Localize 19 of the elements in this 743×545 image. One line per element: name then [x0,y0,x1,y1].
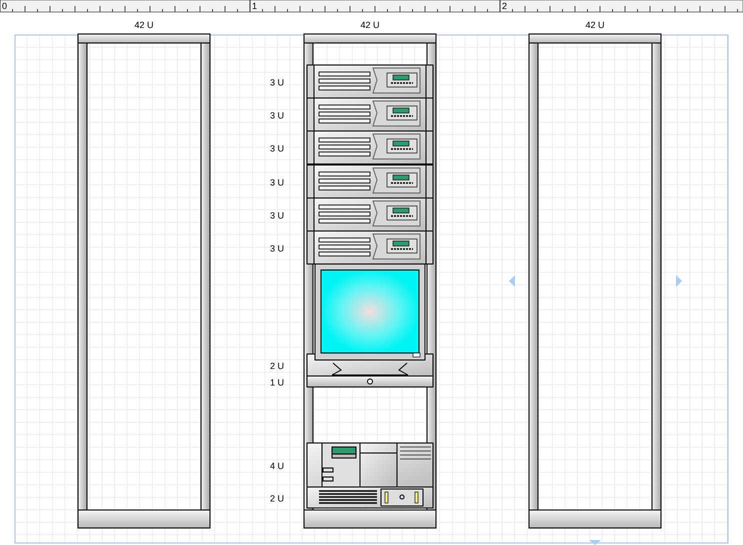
rack-capacity-label: 42 U [586,20,604,30]
right-arrow-handle-icon[interactable] [676,275,682,287]
unit-size-label: 2 U [270,361,284,371]
unit-size-label: 3 U [270,110,284,120]
unit-size-label: 1 U [270,378,284,388]
unit-size-label: 3 U [270,244,284,254]
unit-size-label: 2 U [270,494,284,504]
down-arrow-handle-icon[interactable] [589,540,601,545]
unit-size-label: 3 U [270,144,284,154]
unit-size-label: 3 U [270,210,284,220]
ruler-label: 0 [2,1,8,11]
unit-size-label: 4 U [270,461,284,471]
ruler-label: 1 [252,1,258,11]
rack-capacity-label: 42 U [360,20,380,30]
rack-capacity-label: 42 U [134,20,154,30]
left-arrow-handle-icon[interactable] [509,275,515,287]
ruler-label: 2 [502,1,508,11]
unit-size-label: 3 U [270,78,284,88]
unit-size-label: 3 U [270,178,284,188]
